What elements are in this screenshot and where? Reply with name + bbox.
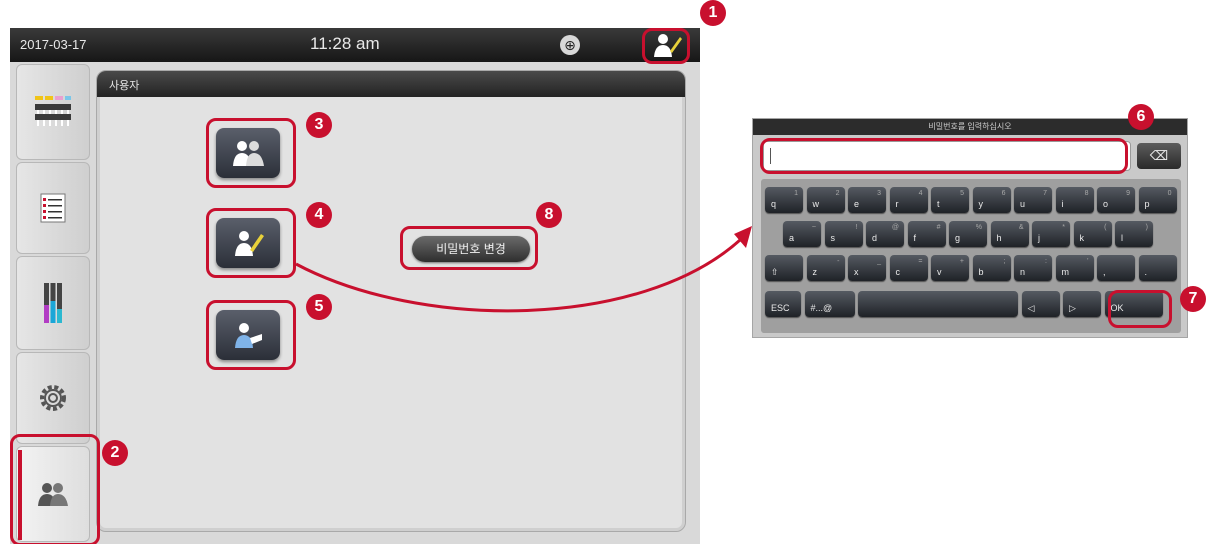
connector-arrow [295, 226, 752, 313]
annotated-screenshot: 2017-03-17 11:28 am ⊕ 사용자 비밀번호 변경 비밀번호를 … [0, 0, 1216, 544]
